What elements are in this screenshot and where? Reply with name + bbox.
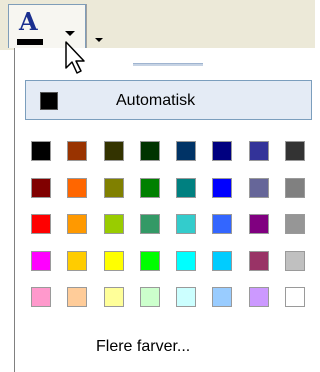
automatic-color-button[interactable]: Automatisk [25, 80, 312, 120]
color-swatch[interactable] [67, 214, 88, 234]
color-swatch[interactable] [285, 287, 306, 307]
chevron-down-icon [95, 38, 103, 42]
color-swatch[interactable] [103, 141, 124, 161]
color-swatch[interactable] [285, 214, 306, 234]
color-swatch[interactable] [212, 214, 233, 234]
color-swatch[interactable] [67, 141, 88, 161]
color-swatch-grid [31, 141, 307, 311]
chevron-down-icon [65, 31, 75, 36]
color-swatch[interactable] [176, 177, 197, 198]
color-swatch[interactable] [103, 250, 124, 271]
color-swatch[interactable] [248, 250, 269, 271]
color-swatch[interactable] [31, 141, 51, 161]
color-swatch[interactable] [176, 141, 197, 161]
color-swatch[interactable] [67, 250, 88, 271]
automatic-color-label: Automatisk [116, 92, 196, 109]
color-swatch[interactable] [176, 250, 197, 271]
font-color-dropdown-button[interactable] [87, 4, 111, 48]
color-swatch[interactable] [31, 214, 51, 234]
color-swatch[interactable] [67, 287, 88, 307]
color-swatch[interactable] [139, 141, 160, 161]
font-color-icon: A [19, 7, 38, 36]
color-swatch[interactable] [248, 141, 269, 161]
color-swatch[interactable] [248, 287, 269, 307]
color-swatch[interactable] [212, 287, 233, 307]
mouse-pointer-icon [65, 41, 85, 74]
color-swatch[interactable] [212, 250, 233, 271]
color-swatch[interactable] [212, 177, 233, 198]
color-swatch[interactable] [31, 177, 51, 198]
color-swatch[interactable] [248, 214, 269, 234]
color-swatch[interactable] [31, 287, 51, 307]
color-swatch[interactable] [31, 250, 51, 271]
current-color-strip [17, 39, 43, 45]
color-swatch[interactable] [103, 177, 124, 198]
color-swatch[interactable] [103, 214, 124, 234]
color-swatch[interactable] [67, 177, 88, 198]
color-swatch[interactable] [248, 177, 269, 198]
panel-grip[interactable] [133, 63, 203, 66]
color-swatch[interactable] [285, 141, 306, 161]
color-swatch[interactable] [139, 287, 160, 307]
color-swatch[interactable] [103, 287, 124, 307]
automatic-color-swatch [40, 92, 58, 110]
color-swatch[interactable] [139, 177, 160, 198]
more-colors-button[interactable]: Flere farver... [96, 338, 190, 356]
color-swatch[interactable] [176, 214, 197, 234]
toolbar: A [0, 0, 315, 50]
color-swatch[interactable] [139, 250, 160, 271]
color-swatch[interactable] [285, 250, 306, 271]
color-swatch[interactable] [139, 214, 160, 234]
toolbar-background [112, 0, 315, 48]
color-swatch[interactable] [285, 177, 306, 198]
color-swatch[interactable] [176, 287, 197, 307]
color-swatch[interactable] [212, 141, 233, 161]
